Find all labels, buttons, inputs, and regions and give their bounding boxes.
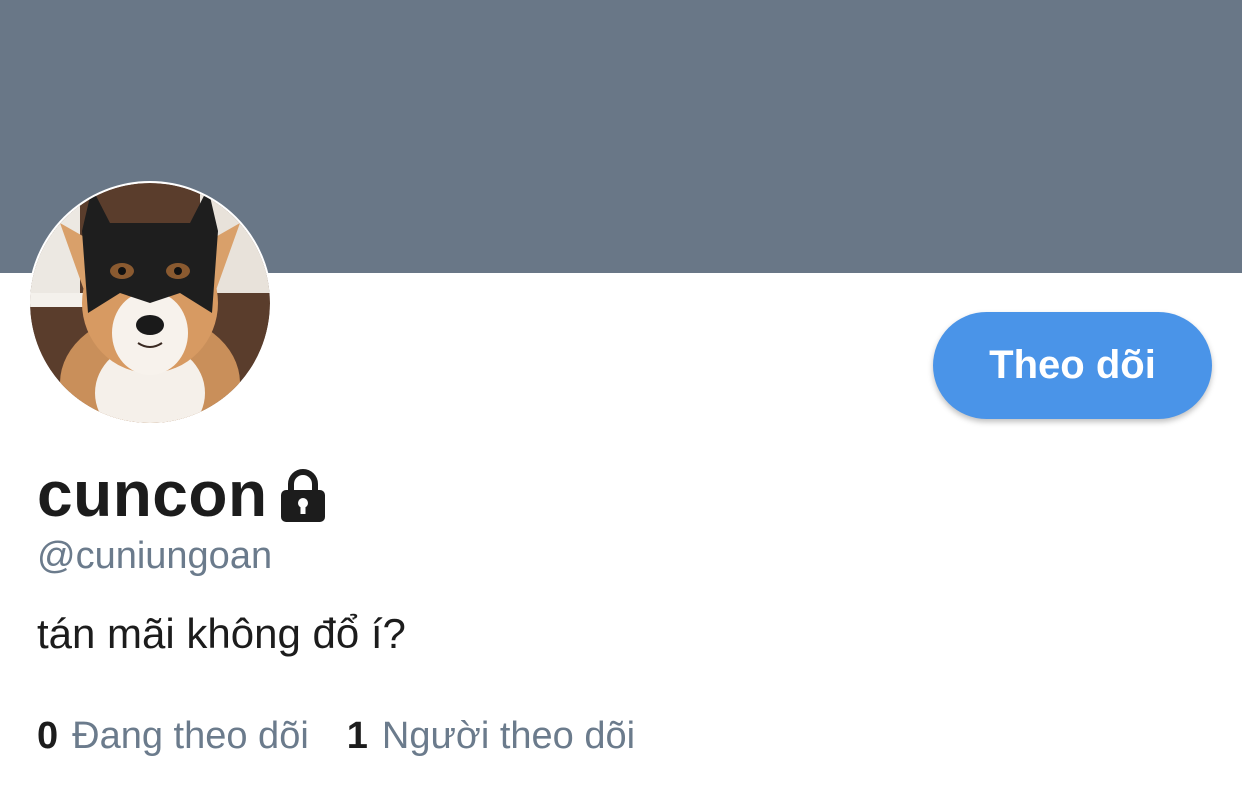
avatar-image <box>30 183 270 423</box>
following-label: Đang theo dõi <box>72 715 309 757</box>
follow-button[interactable]: Theo dõi <box>933 312 1212 419</box>
profile-name-row: cuncon <box>37 456 328 532</box>
following-count: 0 <box>37 715 59 757</box>
display-name: cuncon <box>37 458 268 530</box>
followers-stat[interactable]: 1 Người theo dõi <box>347 712 635 760</box>
following-stat[interactable]: 0 Đang theo dõi <box>37 712 309 760</box>
lock-icon <box>278 468 328 524</box>
profile-stats: 0 Đang theo dõi 1 Người theo dõi <box>37 712 635 760</box>
profile-handle: @cuniungoan <box>37 535 273 577</box>
avatar[interactable] <box>28 181 272 425</box>
profile-bio: tán mãi không đổ í? <box>37 610 406 657</box>
followers-label: Người theo dõi <box>381 715 636 757</box>
followers-count: 1 <box>346 715 368 757</box>
